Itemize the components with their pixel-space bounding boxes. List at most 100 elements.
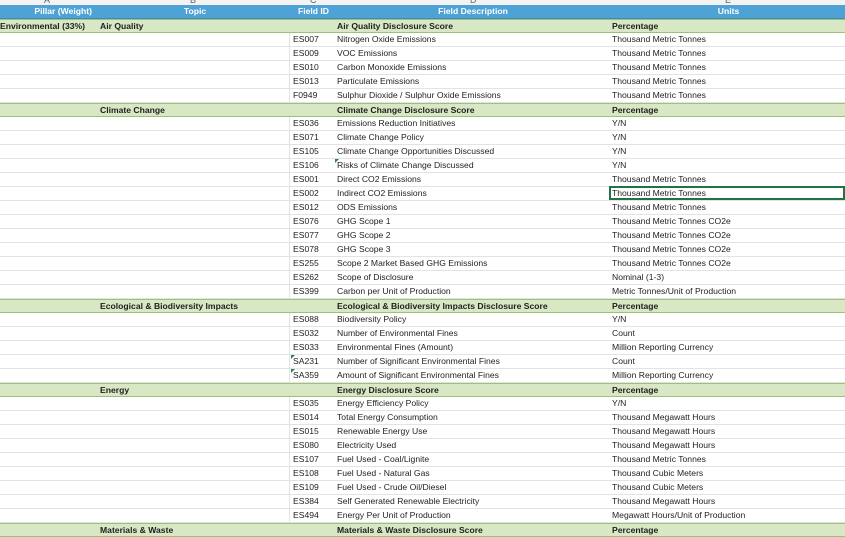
cell-topic[interactable] [97,61,290,74]
cell-units[interactable]: Thousand Megawatt Hours [610,411,845,424]
cell-field-description[interactable]: Electricity Used [335,439,609,452]
cell-field-description[interactable]: Fuel Used - Coal/Lignite [335,453,609,466]
cell-pillar[interactable] [0,257,96,270]
cell-pillar[interactable] [0,75,96,88]
cell-units[interactable]: Y/N [610,117,845,130]
cell-topic[interactable] [97,271,290,284]
cell-field-id[interactable]: SA231 [291,355,334,368]
cell-units[interactable]: Percentage [610,20,845,33]
cell-pillar[interactable] [0,467,96,480]
cell-units[interactable]: Thousand Metric Tonnes CO2e [610,229,845,242]
cell-field-description[interactable]: Environmental Fines (Amount) [335,341,609,354]
cell-field-description[interactable]: Emissions Reduction Initiatives [335,117,609,130]
cell-field-id[interactable]: ES010 [291,61,334,74]
cell-units[interactable]: Nominal (1-3) [610,271,845,284]
cell-pillar[interactable] [0,285,96,298]
cell-field-id[interactable]: ES015 [291,425,334,438]
cell-units[interactable]: Y/N [610,145,845,158]
cell-field-description[interactable]: GHG Scope 2 [335,229,609,242]
cell-units[interactable]: Thousand Metric Tonnes [610,201,845,214]
header-units[interactable]: Units [610,5,845,18]
cell-topic[interactable] [97,187,290,200]
cell-topic[interactable] [97,201,290,214]
cell-topic[interactable] [97,369,290,382]
cell-units[interactable]: Count [610,327,845,340]
cell-units[interactable]: Million Reporting Currency [610,369,845,382]
cell-topic[interactable] [97,173,290,186]
cell-field-description[interactable]: Air Quality Disclosure Score [335,20,609,33]
cell-pillar[interactable] [0,355,96,368]
cell-pillar[interactable]: Environmental (33%) [0,20,96,33]
cell-topic[interactable] [97,425,290,438]
cell-units[interactable]: Thousand Metric Tonnes CO2e [610,243,845,256]
cell-topic[interactable] [97,89,290,102]
cell-units[interactable]: Thousand Metric Tonnes CO2e [610,215,845,228]
header-field-description[interactable]: Field Description [335,5,609,18]
cell-field-id[interactable]: ES399 [291,285,334,298]
cell-pillar[interactable] [0,243,96,256]
cell-field-id[interactable] [291,524,334,537]
cell-field-description[interactable]: Total Energy Consumption [335,411,609,424]
cell-field-id[interactable]: ES078 [291,243,334,256]
cell-topic[interactable] [97,495,290,508]
cell-field-description[interactable]: Nitrogen Oxide Emissions [335,33,609,46]
spreadsheet-grid[interactable]: A B C D E Pillar (Weight) Topic Field ID… [0,0,845,537]
cell-field-id[interactable]: ES105 [291,145,334,158]
cell-units[interactable]: Percentage [610,300,845,313]
cell-topic[interactable] [97,327,290,340]
cell-field-id[interactable]: ES033 [291,341,334,354]
cell-field-id[interactable]: ES032 [291,327,334,340]
cell-topic[interactable] [97,75,290,88]
cell-units[interactable]: Thousand Metric Tonnes [610,173,845,186]
cell-field-id[interactable]: SA359 [291,369,334,382]
cell-pillar[interactable] [0,313,96,326]
cell-pillar[interactable] [0,384,96,397]
cell-pillar[interactable] [0,495,96,508]
cell-field-id[interactable]: ES013 [291,75,334,88]
cell-pillar[interactable] [0,481,96,494]
cell-field-description[interactable]: Climate Change Policy [335,131,609,144]
cell-field-description[interactable]: Energy Disclosure Score [335,384,609,397]
cell-field-description[interactable]: Fuel Used - Natural Gas [335,467,609,480]
cell-pillar[interactable] [0,131,96,144]
cell-units[interactable]: Count [610,355,845,368]
cell-topic[interactable] [97,285,290,298]
cell-field-id[interactable]: ES494 [291,509,334,522]
cell-field-id[interactable]: ES002 [291,187,334,200]
cell-topic[interactable] [97,453,290,466]
cell-field-description[interactable]: GHG Scope 3 [335,243,609,256]
cell-units[interactable]: Percentage [610,104,845,117]
cell-field-description[interactable]: GHG Scope 1 [335,215,609,228]
cell-pillar[interactable] [0,117,96,130]
cell-pillar[interactable] [0,173,96,186]
cell-field-description[interactable]: Biodiversity Policy [335,313,609,326]
cell-pillar[interactable] [0,327,96,340]
cell-units[interactable]: Y/N [610,397,845,410]
cell-field-description[interactable]: Energy Per Unit of Production [335,509,609,522]
cell-field-description[interactable]: Particulate Emissions [335,75,609,88]
cell-field-id[interactable]: ES108 [291,467,334,480]
cell-topic[interactable] [97,215,290,228]
cell-units[interactable]: Megawatt Hours/Unit of Production [610,509,845,522]
cell-topic[interactable] [97,33,290,46]
cell-pillar[interactable] [0,201,96,214]
cell-topic[interactable]: Air Quality [97,20,290,33]
cell-field-id[interactable]: ES107 [291,453,334,466]
cell-field-id[interactable]: ES262 [291,271,334,284]
cell-field-id[interactable]: ES255 [291,257,334,270]
cell-units[interactable]: Y/N [610,159,845,172]
cell-topic[interactable] [97,159,290,172]
cell-field-description[interactable]: Number of Environmental Fines [335,327,609,340]
cell-field-id[interactable] [291,384,334,397]
cell-field-id[interactable]: ES077 [291,229,334,242]
cell-units[interactable]: Y/N [610,313,845,326]
cell-topic[interactable]: Climate Change [97,104,290,117]
cell-pillar[interactable] [0,425,96,438]
cell-topic[interactable] [97,355,290,368]
cell-field-id[interactable]: F0949 [291,89,334,102]
cell-units[interactable]: Thousand Metric Tonnes [610,89,845,102]
cell-pillar[interactable] [0,61,96,74]
cell-field-description[interactable]: Energy Efficiency Policy [335,397,609,410]
cell-pillar[interactable] [0,145,96,158]
cell-pillar[interactable] [0,229,96,242]
